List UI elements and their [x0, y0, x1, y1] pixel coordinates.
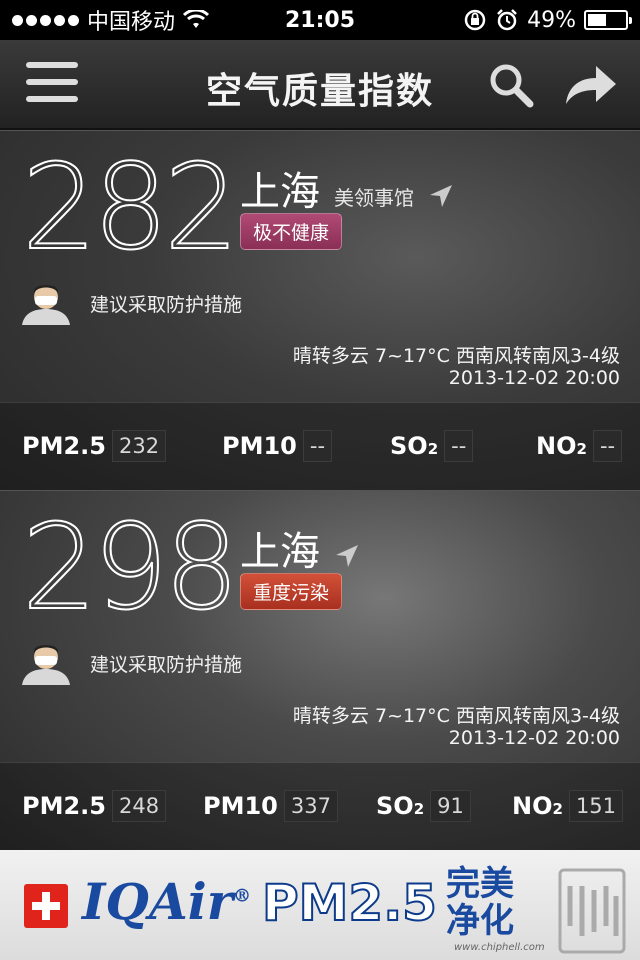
no2-item: NO2 151	[512, 790, 624, 822]
battery-percent: 49%	[527, 7, 576, 33]
ad-product: PM2.5	[261, 873, 438, 933]
pm25-item: PM2.5 232	[22, 430, 167, 462]
share-icon[interactable]	[562, 60, 618, 110]
status-left: 中国移动	[12, 4, 210, 36]
nav-bar: 空气质量指数	[0, 40, 640, 130]
pollutant-bar: PM2.5 232 PM10 -- SO2 -- NO2 --	[0, 402, 640, 491]
location-arrow-icon[interactable]	[334, 543, 360, 569]
page-title: 空气质量指数	[205, 71, 434, 112]
city-row: 上海 美领事馆	[240, 159, 454, 217]
pm10-value: --	[302, 430, 333, 462]
no2-label: NO2	[512, 792, 563, 820]
so2-label: SO2	[376, 792, 425, 820]
status-bar: 中国移动 21:05 49%	[0, 0, 640, 40]
so2-item: SO2 91	[376, 790, 471, 822]
city-row: 上海	[240, 519, 360, 577]
no2-value: --	[592, 430, 623, 462]
carrier-label: 中国移动	[87, 10, 176, 35]
ad-slogan: 完美 净化	[446, 864, 514, 942]
chiphell-logo-icon	[558, 868, 626, 954]
update-time: 2013-12-02 20:00	[448, 727, 620, 749]
no2-label: NO2	[536, 432, 587, 460]
pm25-label: PM2.5	[22, 432, 106, 460]
ad-brand: IQAir®	[82, 872, 252, 931]
aqi-level-badge: 极不健康	[240, 213, 343, 250]
pm25-label: PM2.5	[22, 792, 106, 820]
weather-text: 晴转多云 7~17°C 西南风转南风3-4级	[292, 705, 620, 727]
advice-text: 建议采取防护措施	[90, 293, 243, 316]
pm10-label: PM10	[203, 792, 278, 820]
pm10-value: 337	[283, 790, 338, 822]
watermark-url: www.chiphell.com	[454, 942, 545, 953]
so2-label: SO2	[390, 432, 439, 460]
alarm-icon	[497, 9, 517, 31]
pm10-label: PM10	[222, 432, 297, 460]
advice-text: 建议采取防护措施	[90, 653, 243, 676]
mask-person-icon	[22, 285, 70, 325]
signal-icon	[12, 14, 79, 26]
location-arrow-icon[interactable]	[428, 183, 454, 209]
status-right: 49%	[463, 7, 632, 33]
aqi-card[interactable]: 298 上海 重度污染 建议采取防护措施 晴转多云 7~17°C 西南风转南风3…	[0, 490, 640, 851]
pm25-value: 248	[112, 790, 167, 822]
pollutant-bar: PM2.5 248 PM10 337 SO2 91 NO2 151	[0, 762, 640, 851]
weather-text: 晴转多云 7~17°C 西南风转南风3-4级	[292, 345, 620, 367]
so2-item: SO2 --	[390, 430, 474, 462]
pm25-value: 232	[112, 430, 167, 462]
rotation-lock-icon	[464, 9, 486, 31]
update-time: 2013-12-02 20:00	[448, 367, 620, 389]
pm10-item: PM10 337	[203, 790, 338, 822]
ad-banner[interactable]: IQAir® PM2.5 完美 净化 www.chiphell.com	[0, 850, 640, 960]
no2-value: 151	[568, 790, 624, 822]
search-icon[interactable]	[486, 60, 536, 110]
pm10-item: PM10 --	[222, 430, 333, 462]
so2-value: 91	[430, 790, 471, 822]
swiss-flag-icon	[24, 884, 68, 928]
pm25-item: PM2.5 248	[22, 790, 167, 822]
station-name: 美领事馆	[334, 186, 414, 210]
battery-icon	[584, 10, 632, 30]
wifi-icon	[183, 10, 210, 28]
no2-item: NO2 --	[536, 430, 623, 462]
mask-person-icon	[22, 645, 70, 685]
advice-row: 建议采取防护措施	[20, 281, 242, 325]
city-name: 上海	[240, 169, 320, 215]
aqi-card[interactable]: 282 上海 美领事馆 极不健康 建议采取防护措施 晴转多云 7~17°C 西南…	[0, 130, 640, 491]
advice-row: 建议采取防护措施	[20, 641, 242, 685]
city-name: 上海	[240, 529, 320, 575]
so2-value: --	[444, 430, 474, 462]
aqi-level-badge: 重度污染	[240, 573, 343, 610]
battery-fill	[588, 14, 606, 26]
aqi-value: 282	[21, 138, 240, 276]
aqi-value: 298	[21, 498, 240, 636]
